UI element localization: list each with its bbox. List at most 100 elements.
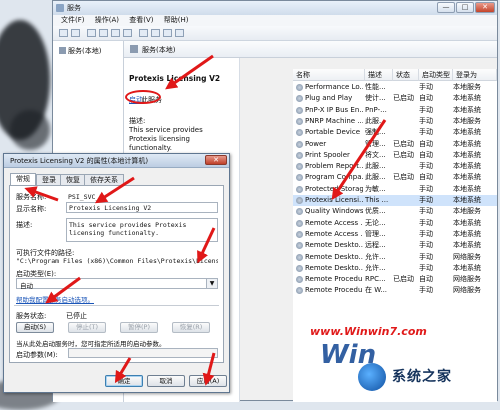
back-icon[interactable] [59, 29, 68, 37]
properties-icon[interactable] [99, 29, 108, 37]
table-row[interactable]: Program Compa... 此服... 已启动 自动 本地系统 [293, 172, 497, 183]
restart-service-icon[interactable] [175, 29, 184, 37]
column-startup-type[interactable]: 启动类型 [419, 69, 453, 81]
window-title: 服务 [67, 4, 81, 12]
cell-logon: 本地系统 [453, 139, 481, 148]
stop-service-icon[interactable] [151, 29, 160, 37]
startup-type-select[interactable]: 自动 ▼ [16, 278, 218, 290]
table-row[interactable]: Quality Windows...优质... 手动 本地服务 [293, 206, 497, 217]
tree-node-services-local[interactable]: 服务(本地) [59, 46, 101, 56]
apply-button[interactable]: 应用(A) [189, 375, 227, 387]
cell-logon: 本地系统 [453, 263, 481, 272]
cell-logon: 本地系统 [453, 173, 481, 182]
cell-logon: 网络服务 [453, 286, 481, 295]
cell-desc: 强制... [365, 128, 386, 137]
cell-desc: PnP-... [365, 105, 387, 114]
cell-desc: 性能... [365, 83, 386, 91]
menu-help[interactable]: 帮助(H) [164, 16, 189, 24]
wallpaper-ink [10, 110, 50, 150]
cell-status: 已启动 [393, 173, 414, 182]
chevron-down-icon[interactable]: ▼ [206, 279, 217, 288]
table-row[interactable]: Protexis Licensi... This ... 手动 本地系统 [293, 195, 497, 207]
table-row[interactable]: Print Spooler 将文... 已启动 自动 本地系统 [293, 150, 497, 161]
cell-desc: 此服... [365, 162, 386, 171]
console-tree-icon[interactable] [87, 29, 96, 37]
table-row[interactable]: Remote Access ... 无论... 手动 本地系统 [293, 218, 497, 229]
help-configure-link[interactable]: 帮助我配置服务启动选项。 [16, 294, 94, 304]
help-icon[interactable] [123, 29, 132, 37]
column-name[interactable]: 名称 [293, 69, 365, 81]
column-log-on-as[interactable]: 登录为 [453, 69, 497, 81]
cell-logon: 本地系统 [453, 184, 481, 193]
start-params-field[interactable] [68, 348, 218, 358]
cell-desc: RPC... [365, 275, 386, 284]
cell-logon: 本地系统 [453, 229, 481, 238]
table-row[interactable]: Remote Deskto... 允许... 手动 本地系统 [293, 263, 497, 274]
column-status[interactable]: 状态 [393, 69, 419, 81]
service-gear-icon [296, 151, 303, 159]
table-row[interactable]: Remote Procedu... 在 W... 手动 网络服务 [293, 285, 497, 296]
table-row[interactable]: PnP-X IP Bus En... PnP-... 手动 本地系统 [293, 105, 497, 116]
cell-logon: 本地服务 [453, 83, 481, 91]
minimize-button[interactable]: — [437, 2, 455, 13]
general-tab-panel: 服务名称: PSI_SVC_2 显示名称: Protexis Licensing… [9, 185, 224, 363]
brand-logo-icon [358, 363, 386, 391]
cell-status: 已启动 [393, 150, 414, 159]
close-button[interactable]: ✕ [475, 2, 495, 13]
brand-logo: 系统之家 [358, 360, 496, 394]
maximize-button[interactable]: □ [456, 2, 474, 13]
menu-action[interactable]: 操作(A) [95, 16, 119, 24]
cell-name: Problem Report... [305, 162, 363, 171]
cell-start: 手动 [419, 207, 433, 216]
cell-name: PnP-X IP Bus En... [305, 105, 363, 114]
stop-button[interactable]: 停止(T) [68, 322, 106, 333]
start-button[interactable]: 启动(S) [16, 322, 54, 333]
service-gear-icon [296, 129, 303, 137]
pause-button[interactable]: 暂停(P) [120, 322, 158, 333]
menu-view[interactable]: 查看(V) [129, 16, 153, 24]
dialog-title-bar: Protexis Licensing V2 的属性(本地计算机) ✕ [4, 154, 229, 168]
cell-name: Remote Procedu... [305, 275, 363, 284]
tab-dependencies[interactable]: 依存关系 [84, 174, 124, 185]
service-gear-icon [296, 163, 303, 171]
cell-desc: This ... [365, 196, 389, 204]
display-name-field[interactable]: Protexis Licensing V2 [66, 202, 218, 213]
table-row[interactable]: Power 管理... 已启动 自动 本地系统 [293, 139, 497, 150]
pause-service-icon[interactable] [163, 29, 172, 37]
cell-logon: 本地系统 [453, 218, 481, 227]
table-row[interactable]: PNRP Machine ... 此服... 手动 本地服务 [293, 116, 497, 127]
cell-start: 手动 [419, 116, 433, 125]
toolbar [53, 26, 497, 41]
table-row[interactable]: Remote Deskto... 远程... 手动 本地系统 [293, 240, 497, 251]
table-row[interactable]: Performance Lo... 性能... 手动 本地服务 [293, 82, 497, 93]
table-row[interactable]: Problem Report... 此服... 手动 本地系统 [293, 161, 497, 172]
column-description[interactable]: 描述 [365, 69, 393, 81]
ok-button[interactable]: 确定 [105, 375, 143, 387]
cell-name: Remote Deskto... [305, 263, 363, 272]
description-field[interactable]: This service provides Protexis licensing… [66, 218, 218, 242]
table-row[interactable]: Portable Device ... 强制... 手动 本地系统 [293, 127, 497, 138]
forward-icon[interactable] [71, 29, 80, 37]
table-row[interactable]: Plug and Play 使计... 已启动 自动 本地系统 [293, 93, 497, 104]
cell-name: Remote Procedu... [305, 286, 363, 295]
cell-start: 手动 [419, 105, 433, 114]
tab-logon[interactable]: 登录 [36, 174, 62, 185]
resume-button[interactable]: 恢复(R) [172, 322, 210, 333]
service-gear-icon [296, 174, 303, 182]
table-row[interactable]: Protected Storage 为敏... 手动 本地系统 [293, 184, 497, 195]
service-gear-icon [296, 117, 303, 125]
table-row[interactable]: Remote Deskto... 允许... 手动 网络服务 [293, 252, 497, 263]
table-row[interactable]: Remote Access ... 管理... 手动 本地系统 [293, 229, 497, 240]
tab-recovery[interactable]: 恢复 [60, 174, 86, 185]
site-watermark: www.Winwin7.com [310, 325, 427, 338]
menu-file[interactable]: 文件(F) [61, 16, 85, 24]
cancel-button[interactable]: 取消 [147, 375, 185, 387]
divider [14, 305, 219, 306]
cell-logon: 网络服务 [453, 275, 481, 284]
refresh-icon[interactable] [111, 29, 120, 37]
dialog-close-button[interactable]: ✕ [205, 155, 227, 165]
cell-name: Performance Lo... [305, 83, 363, 91]
start-service-icon[interactable] [139, 29, 148, 37]
table-row[interactable]: Remote Procedu... RPC... 已启动 自动 网络服务 [293, 274, 497, 285]
service-gear-icon [296, 106, 303, 114]
